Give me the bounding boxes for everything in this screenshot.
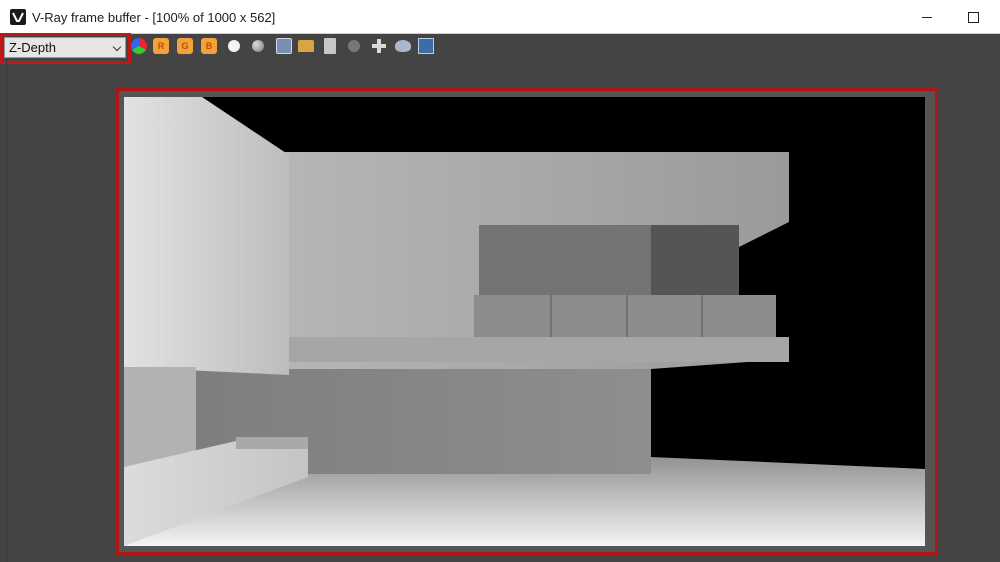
mono-icon[interactable]	[252, 40, 264, 52]
maximize-icon[interactable]	[950, 0, 996, 34]
white-alpha-icon[interactable]	[228, 40, 240, 52]
title-bar: V-Ray frame buffer - [100% of 1000 x 562…	[0, 0, 1000, 34]
window-title: V-Ray frame buffer - [100% of 1000 x 562…	[32, 10, 276, 25]
red-channel-icon[interactable]: R	[153, 38, 169, 54]
minimize-icon[interactable]	[904, 0, 950, 34]
chevron-down-icon	[112, 42, 122, 52]
panel-divider	[6, 60, 7, 562]
duplicate-icon[interactable]	[324, 38, 336, 54]
teapot-render-icon[interactable]	[395, 40, 411, 52]
render-channel-dropdown[interactable]: Z-Depth	[4, 37, 126, 58]
rgb-channels-icon[interactable]	[131, 38, 147, 54]
track-mouse-icon[interactable]	[372, 39, 386, 53]
vray-logo-icon	[10, 9, 26, 25]
vfb-history-icon[interactable]	[418, 38, 434, 54]
clear-icon[interactable]	[348, 40, 360, 52]
render-channel-value: Z-Depth	[9, 40, 56, 55]
blue-channel-icon[interactable]: B	[201, 38, 217, 54]
load-icon[interactable]	[298, 40, 314, 52]
save-icon[interactable]	[276, 38, 292, 54]
z-depth-render-image	[124, 97, 925, 546]
toolbar	[0, 34, 1000, 60]
green-channel-icon[interactable]: G	[177, 38, 193, 54]
